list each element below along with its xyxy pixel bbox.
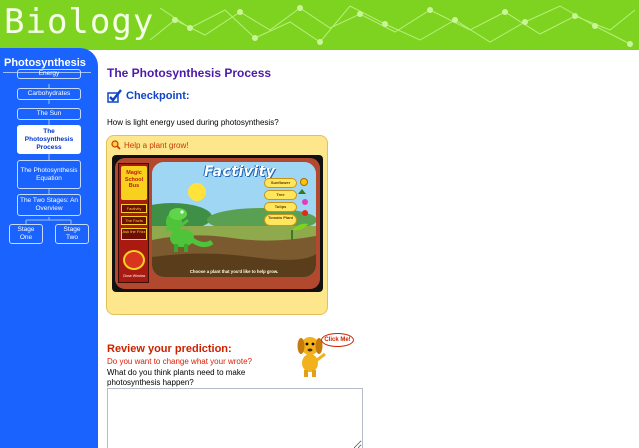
tulip-icon [302, 199, 308, 205]
factivity-menu-button[interactable]: Factivity [121, 204, 147, 213]
review-subtitle: Do you want to change what your wrote? [107, 357, 252, 366]
prediction-answer-field[interactable] [107, 388, 363, 448]
click-me-bubble: Click Me! [321, 333, 354, 347]
sidebar-item-two-stages-overview[interactable]: The Two Stages: An Overview [17, 194, 81, 216]
sidebar-item-stage-one[interactable]: Stage One [9, 224, 43, 244]
tomato-plant-button[interactable]: Tomato Plant [264, 214, 297, 226]
the-facts-menu-button[interactable]: The Facts [121, 216, 147, 225]
checkpoint-heading: Checkpoint: [107, 89, 190, 103]
checkmark-box-icon [107, 89, 122, 103]
game-scene: Factivity Sunflower Tree Tulips Tomato P… [152, 162, 316, 277]
click-me-character[interactable]: Click Me! [290, 330, 362, 380]
checkpoint-question: How is light energy used during photosyn… [107, 118, 279, 127]
sidebar-item-photosynthesis-process[interactable]: The Photosynthesis Process [17, 125, 81, 154]
sidebar: Photosynthesis Energy Carbohydrates The … [0, 48, 98, 448]
tomato-icon [302, 210, 308, 216]
tulips-button[interactable]: Tulips [264, 202, 297, 212]
sidebar-item-carbohydrates[interactable]: Carbohydrates [17, 88, 81, 100]
activity-panel: Help a plant grow! Magic School Bus Fact… [106, 135, 328, 315]
help-plant-grow-link[interactable]: Help a plant grow! [111, 140, 188, 150]
review-heading: Review your prediction: [107, 343, 232, 355]
sidebar-item-photosynthesis-equation[interactable]: The Photosynthesis Equation [17, 160, 81, 189]
factivity-game[interactable]: Magic School Bus Factivity The Facts Ask… [112, 155, 323, 292]
game-instruction: Choose a plant that you'd like to help g… [189, 269, 279, 274]
sunflower-icon [300, 178, 308, 186]
sidebar-item-stage-two[interactable]: Stage Two [55, 224, 89, 244]
checkpoint-label: Checkpoint: [126, 90, 190, 102]
magnifier-icon [111, 140, 121, 150]
close-window-button[interactable]: Close Window [121, 274, 147, 280]
sidebar-item-energy[interactable]: Energy [17, 69, 81, 79]
sun-icon [188, 183, 206, 201]
page-title: The Photosynthesis Process [107, 66, 272, 80]
header-banner: Biology [0, 0, 639, 50]
tree-button[interactable]: Tree [264, 190, 297, 200]
site-title: Biology [4, 2, 155, 42]
sidebar-item-the-sun[interactable]: The Sun [17, 108, 81, 120]
review-question: What do you think plants need to make ph… [107, 368, 246, 387]
scene-title: Factivity [204, 164, 276, 180]
game-dial-icon [123, 250, 145, 270]
sunflower-button[interactable]: Sunflower [264, 178, 297, 188]
ask-the-frizz-menu-button[interactable]: Ask the Frizz [121, 228, 147, 240]
game-menu-panel: Magic School Bus Factivity The Facts Ask… [118, 163, 149, 283]
magic-school-bus-logo: Magic School Bus [121, 166, 147, 200]
